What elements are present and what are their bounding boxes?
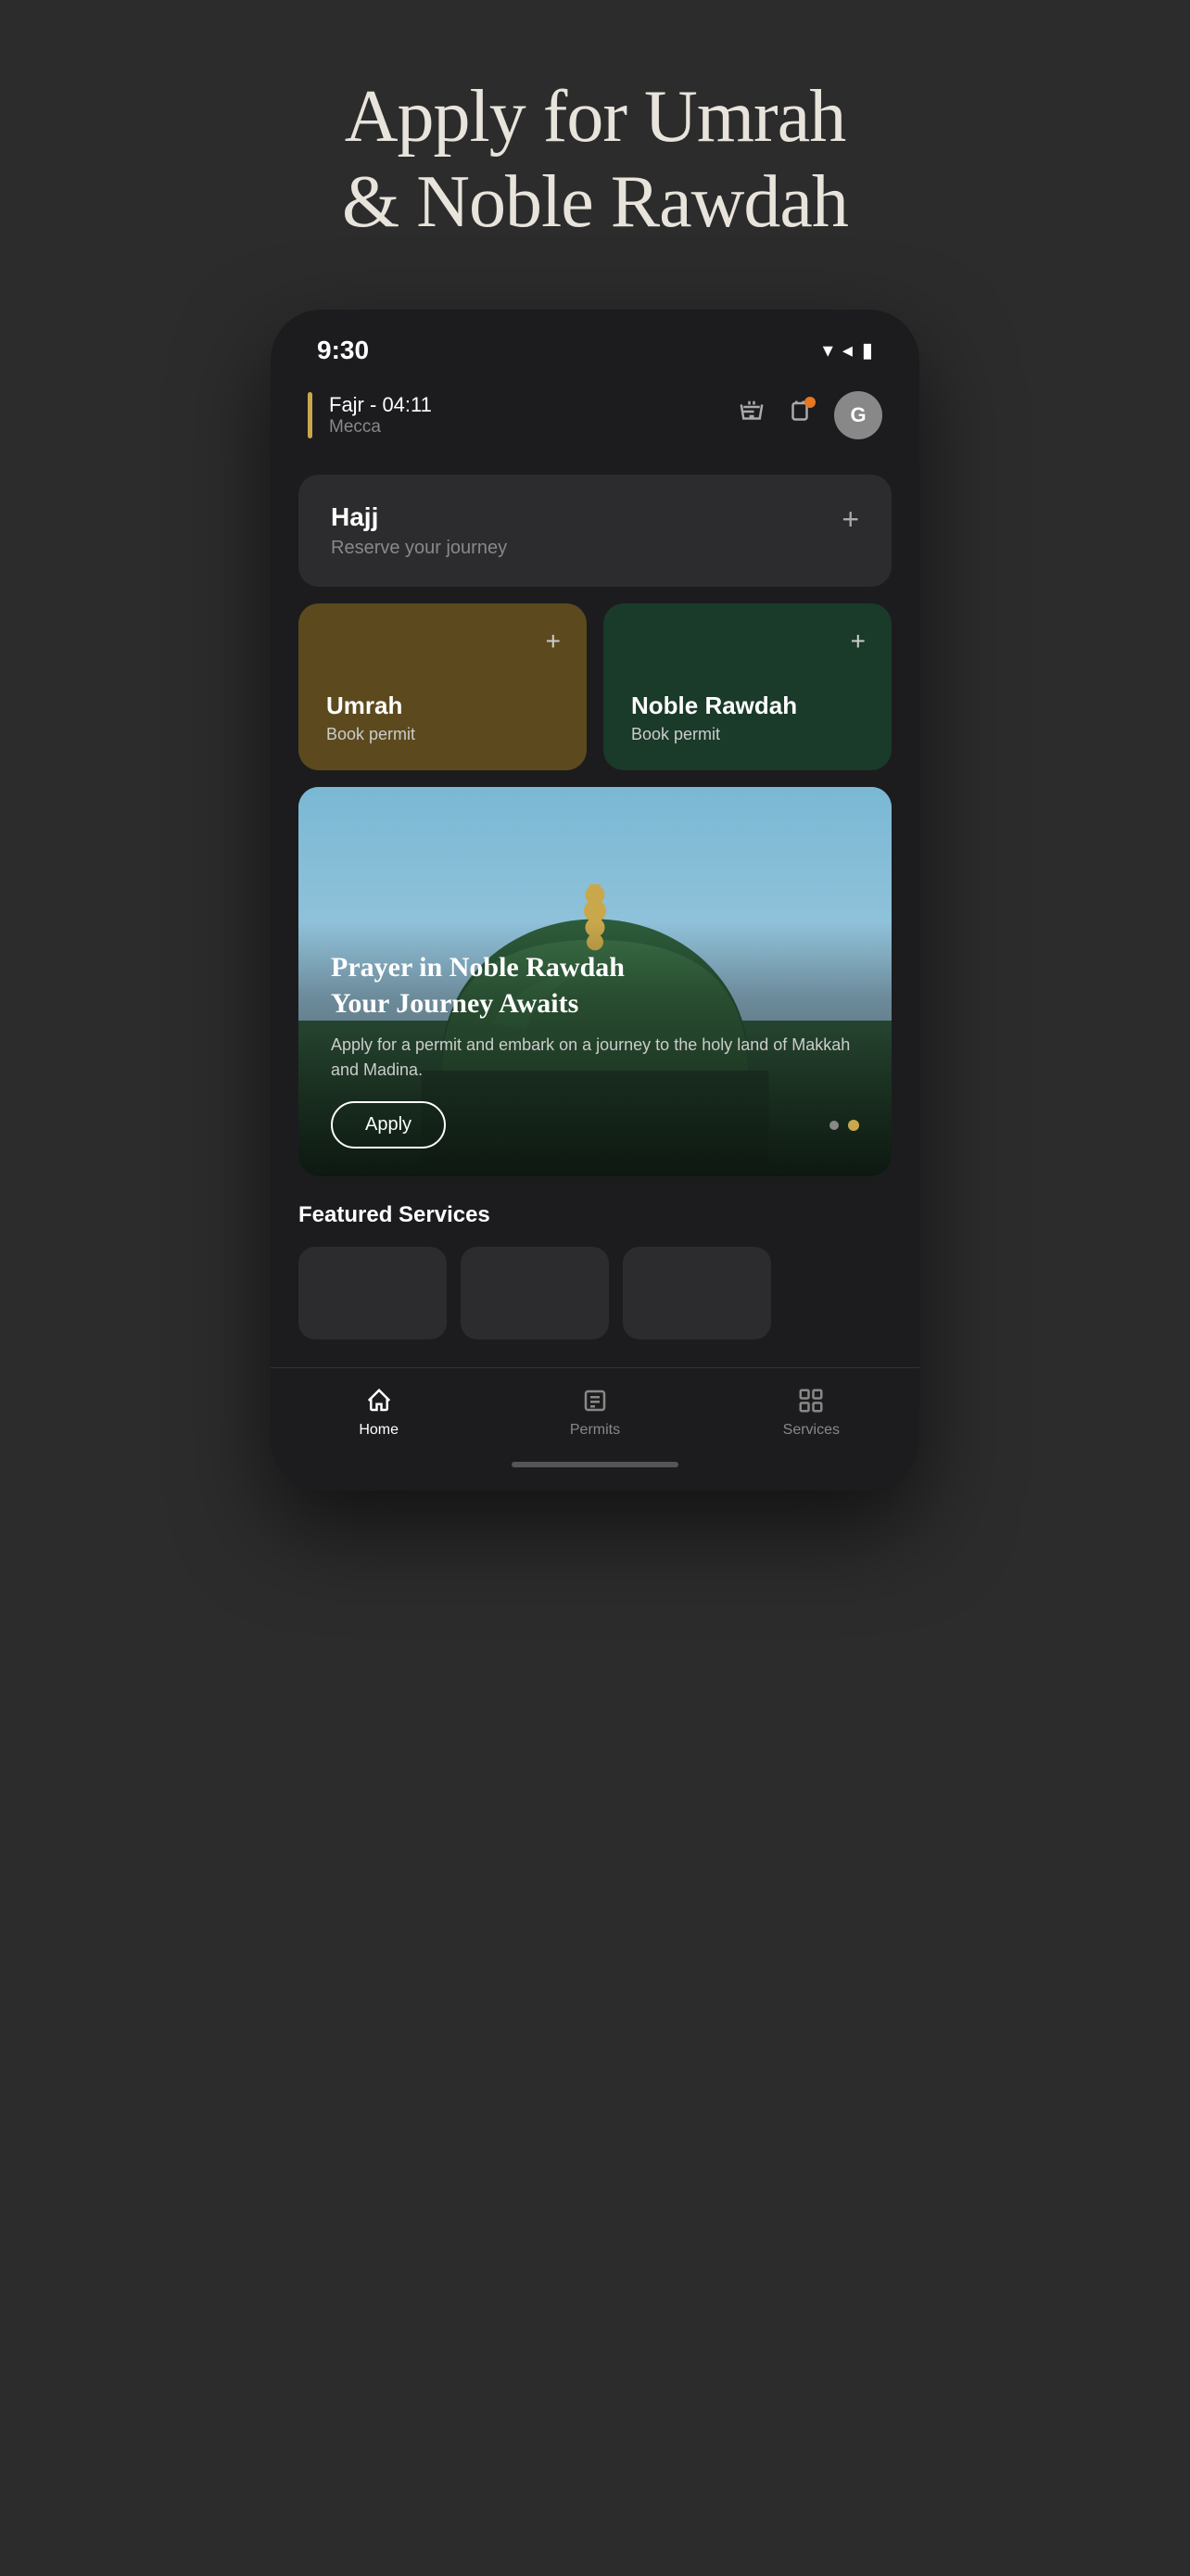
prayer-text: Fajr - 04:11 Mecca — [329, 393, 432, 438]
featured-card-1[interactable] — [298, 1247, 447, 1339]
hajj-card[interactable]: Hajj Reserve your journey + — [298, 475, 892, 587]
featured-cards-row — [298, 1247, 892, 1339]
app-header: Fajr - 04:11 Mecca G — [271, 374, 919, 456]
hajj-plus-button[interactable]: + — [842, 502, 859, 537]
hajj-card-content: Hajj Reserve your journey — [331, 502, 507, 559]
featured-card-3[interactable] — [623, 1247, 771, 1339]
featured-section: Featured Services — [298, 1193, 892, 1349]
home-icon — [365, 1387, 393, 1415]
dot-1 — [829, 1121, 839, 1130]
rawdah-title: Noble Rawdah — [631, 692, 864, 720]
nav-item-services[interactable]: Services — [703, 1387, 919, 1439]
carousel-dots — [829, 1120, 859, 1131]
rawdah-card[interactable]: + Noble Rawdah Book permit — [603, 603, 892, 770]
banner-footer: Apply — [331, 1101, 859, 1148]
prayer-name: Fajr - 04:11 — [329, 393, 432, 417]
apply-button[interactable]: Apply — [331, 1101, 446, 1148]
dot-2 — [848, 1120, 859, 1131]
featured-card-2[interactable] — [461, 1247, 609, 1339]
signal-icon: ◂ — [842, 338, 853, 362]
notification-badge — [804, 397, 816, 408]
prayer-info: Fajr - 04:11 Mecca — [308, 392, 432, 438]
translate-icon[interactable] — [738, 398, 766, 433]
status-time: 9:30 — [317, 336, 369, 365]
cards-row: + Umrah Book permit + Noble Rawdah Book … — [298, 603, 892, 770]
battery-icon: ▮ — [862, 338, 873, 362]
banner-overlay: Prayer in Noble RawdahYour Journey Await… — [298, 921, 892, 1176]
umrah-plus-button[interactable]: + — [546, 627, 561, 656]
nav-item-permits[interactable]: Permits — [487, 1387, 703, 1439]
home-indicator — [271, 1453, 919, 1491]
wifi-icon: ▾ — [823, 338, 833, 362]
banner-description: Apply for a permit and embark on a journ… — [331, 1033, 859, 1083]
bottom-navigation: Home Permits Services — [271, 1367, 919, 1453]
nav-label-services: Services — [783, 1422, 840, 1439]
hero-banner: Prayer in Noble RawdahYour Journey Await… — [298, 787, 892, 1176]
app-content: Hajj Reserve your journey + + Umrah Book… — [271, 456, 919, 1367]
header-actions: G — [738, 391, 882, 439]
phone-mockup: 9:30 ▾ ◂ ▮ Fajr - 04:11 Mecca — [271, 310, 919, 1491]
umrah-subtitle: Book permit — [326, 725, 559, 744]
rawdah-subtitle: Book permit — [631, 725, 864, 744]
umrah-title: Umrah — [326, 692, 559, 720]
prayer-bar — [308, 392, 312, 438]
rawdah-plus-button[interactable]: + — [851, 627, 866, 656]
hero-title: Apply for Umrah & Noble Rawdah — [342, 74, 848, 245]
status-icons: ▾ ◂ ▮ — [823, 338, 873, 362]
hajj-subtitle: Reserve your journey — [331, 538, 507, 559]
nav-item-home[interactable]: Home — [271, 1387, 487, 1439]
umrah-card[interactable]: + Umrah Book permit — [298, 603, 587, 770]
banner-title: Prayer in Noble RawdahYour Journey Await… — [331, 949, 859, 1022]
hajj-title: Hajj — [331, 502, 507, 532]
umrah-card-content: Umrah Book permit — [326, 692, 559, 744]
nav-label-home: Home — [359, 1422, 399, 1439]
permits-icon — [581, 1387, 609, 1415]
rawdah-card-content: Noble Rawdah Book permit — [631, 692, 864, 744]
featured-services-title: Featured Services — [298, 1202, 892, 1228]
home-bar — [512, 1462, 678, 1467]
notification-icon[interactable] — [786, 399, 814, 433]
avatar[interactable]: G — [834, 391, 882, 439]
services-icon — [797, 1387, 825, 1415]
status-bar: 9:30 ▾ ◂ ▮ — [271, 310, 919, 374]
prayer-location: Mecca — [329, 417, 432, 438]
nav-label-permits: Permits — [570, 1422, 620, 1439]
